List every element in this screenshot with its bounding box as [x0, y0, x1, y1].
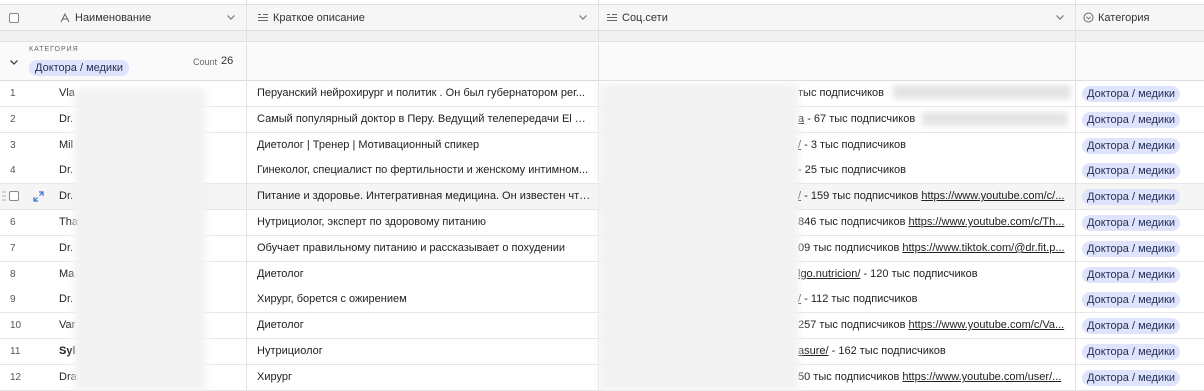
column-divider	[1075, 0, 1076, 391]
row-number: 7	[10, 243, 16, 254]
redacted-link-overlay	[922, 112, 1068, 126]
text-type-icon	[59, 12, 71, 24]
cell-name[interactable]: Dr.	[59, 287, 73, 312]
cell-name[interactable]: Var	[59, 313, 75, 338]
subscriber-count: - 25 тыс подписчиков	[798, 164, 907, 176]
cell-description[interactable]: Обучает правильному питанию и рассказыва…	[257, 236, 592, 261]
cell-description[interactable]: Гинеколог, специалист по фертильности и …	[257, 158, 592, 183]
cell-description[interactable]: Питание и здоровье. Интегративная медици…	[257, 184, 592, 209]
column-header-name[interactable]: Наименование	[59, 5, 245, 30]
cell-name[interactable]: Dr.	[59, 184, 73, 209]
column-header-category-label: Категория	[1098, 11, 1150, 24]
row-number: 6	[10, 217, 16, 228]
cell-description[interactable]: Самый популярный доктор в Перу. Ведущий …	[257, 107, 592, 132]
social-link[interactable]: https://www.youtube.com/c/Va...	[908, 319, 1064, 331]
cell-description[interactable]: Диетолог	[257, 313, 592, 338]
social-link[interactable]: asure/	[798, 345, 829, 357]
category-tag[interactable]: Доктора / медики	[1082, 86, 1181, 102]
cell-description[interactable]: Хирург, борется с ожирением	[257, 287, 592, 312]
column-divider	[246, 0, 247, 391]
long-text-icon	[257, 12, 269, 24]
select-all-checkbox[interactable]	[9, 12, 19, 23]
social-link[interactable]: https://www.tiktok.com/@dr.fit.p...	[902, 242, 1064, 254]
row-number: 12	[10, 372, 22, 383]
column-header-social[interactable]: Соц.сети	[606, 5, 1074, 30]
single-select-icon	[1082, 12, 1094, 24]
subscriber-count: - 112 тыс подписчиков	[804, 293, 918, 305]
cell-name[interactable]: Mil	[59, 133, 73, 158]
data-grid: Наименование Краткое описание Соц.сети К…	[0, 0, 1204, 391]
row-number: 2	[10, 114, 16, 125]
category-tag[interactable]: Доктора / медики	[1082, 344, 1181, 360]
cell-description[interactable]: Нутрициолог, эксперт по здоровому питани…	[257, 210, 592, 235]
cell-description[interactable]: Диетолог	[257, 262, 592, 287]
cell-name[interactable]: Dr.	[59, 236, 73, 261]
cell-description[interactable]: Диетолог | Тренер | Мотивационный спикер	[257, 133, 592, 158]
row-number: 9	[10, 294, 16, 305]
social-link[interactable]: lgo.nutricion/	[798, 268, 860, 280]
category-tag[interactable]: Доктора / медики	[1082, 267, 1181, 283]
expand-record-icon[interactable]	[33, 191, 44, 202]
subscriber-count: 257 тыс подписчиков	[798, 319, 906, 331]
row-number: 11	[10, 346, 21, 357]
subscriber-count: - 67 тыс подписчиков	[807, 113, 916, 125]
category-tag[interactable]: Доктора / медики	[1082, 215, 1181, 231]
subscriber-count: тыс подписчиков	[798, 87, 885, 99]
select-all-cell[interactable]	[9, 5, 29, 30]
subscriber-count: 09 тыс подписчиков	[798, 242, 900, 254]
social-link[interactable]: https://www.youtube.com/c/Th...	[908, 216, 1064, 228]
category-tag[interactable]: Доктора / медики	[1082, 318, 1181, 334]
subscriber-count: - 162 тыс подписчиков	[831, 345, 946, 357]
subscriber-count: - 120 тыс подписчиков	[863, 268, 978, 280]
row-checkbox[interactable]	[9, 191, 19, 201]
column-header-social-label: Соц.сети	[622, 11, 668, 24]
group-value-tag: Доктора / медики	[29, 60, 130, 76]
column-header-name-label: Наименование	[75, 11, 152, 24]
chevron-down-icon[interactable]	[225, 11, 237, 23]
column-header-description-label: Краткое описание	[273, 11, 365, 24]
subscriber-count: - 159 тыс подписчиков	[804, 190, 919, 202]
column-header-category[interactable]: Категория	[1082, 5, 1204, 30]
cell-name[interactable]: Ma	[59, 262, 74, 287]
row-number: 3	[10, 140, 16, 151]
category-tag[interactable]: Доктора / медики	[1082, 138, 1181, 154]
cell-description[interactable]: Перуанский нейрохирург и политик . Он бы…	[257, 81, 592, 106]
header-spacer	[0, 31, 1204, 42]
cell-name[interactable]: Dr.	[59, 107, 73, 132]
category-tag[interactable]: Доктора / медики	[1082, 370, 1181, 386]
subscriber-count: 50 тыс подписчиков	[798, 371, 900, 383]
chevron-down-icon[interactable]	[1054, 11, 1066, 23]
cell-description[interactable]: Хирург	[257, 365, 592, 390]
row-number: 8	[10, 269, 16, 280]
long-text-icon	[606, 12, 618, 24]
redacted-social-overlay	[599, 84, 799, 391]
subscriber-count: 846 тыс подписчиков	[798, 216, 906, 228]
column-header-row: Наименование Краткое описание Соц.сети К…	[0, 4, 1204, 31]
social-link[interactable]: https://www.youtube.com/c/...	[921, 190, 1064, 202]
chevron-down-icon[interactable]	[8, 56, 20, 68]
group-count: 26	[221, 55, 234, 67]
redacted-link-overlay	[893, 85, 1071, 99]
row-number: 1	[10, 88, 16, 99]
group-header[interactable]: КАТЕГОРИЯ Доктора / медики Count 26	[0, 42, 1204, 81]
subscriber-count: - 3 тыс подписчиков	[804, 139, 907, 151]
chevron-down-icon[interactable]	[577, 11, 589, 23]
social-link[interactable]: https://www.youtube.com/user/...	[902, 371, 1061, 383]
redacted-names-overlay	[74, 88, 206, 391]
category-tag[interactable]: Доктора / медики	[1082, 241, 1181, 257]
row-number: 10	[10, 320, 22, 331]
category-tag[interactable]: Доктора / медики	[1082, 189, 1181, 205]
category-tag[interactable]: Доктора / медики	[1082, 292, 1181, 308]
category-tag[interactable]: Доктора / медики	[1082, 112, 1181, 128]
cell-name[interactable]: Vla	[59, 81, 75, 106]
group-caption: КАТЕГОРИЯ	[29, 46, 79, 53]
cell-description[interactable]: Нутрициолог	[257, 339, 592, 364]
drag-handle-icon[interactable]	[2, 190, 6, 202]
group-count-label: Count	[193, 57, 218, 67]
cell-name[interactable]: Dr.	[59, 158, 73, 183]
column-header-description[interactable]: Краткое описание	[257, 5, 597, 30]
category-tag[interactable]: Доктора / медики	[1082, 163, 1181, 179]
row-number: 4	[10, 165, 16, 176]
